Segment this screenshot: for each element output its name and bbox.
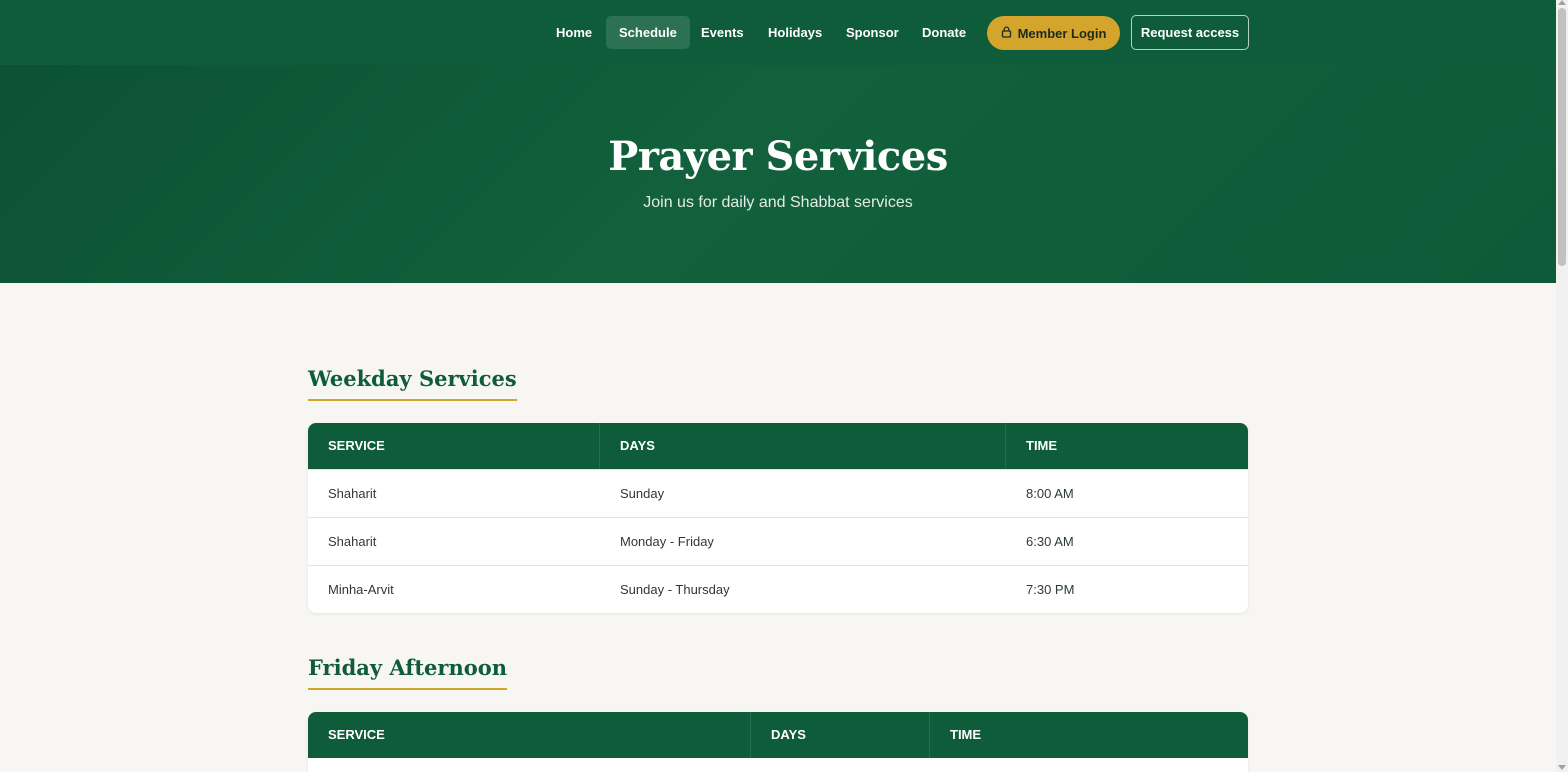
nav-donate[interactable]: Donate (909, 16, 979, 49)
friday-services-table: SERVICE DAYS TIME (308, 712, 1248, 772)
member-login-label: Member Login (1017, 25, 1107, 41)
table-body-partial (308, 758, 1248, 772)
page-scrollbar[interactable] (1556, 0, 1568, 772)
nav-holidays[interactable]: Holidays (755, 16, 835, 49)
hero-banner: Prayer Services Join us for daily and Sh… (0, 65, 1556, 283)
nav-sponsor[interactable]: Sponsor (833, 16, 912, 49)
cell-service: Shaharit (328, 486, 377, 501)
column-header-time: TIME (1026, 438, 1058, 453)
member-login-button[interactable]: Member Login (987, 16, 1120, 50)
page-title: Prayer Services (608, 133, 948, 180)
scrollbar-thumb[interactable] (1558, 8, 1566, 266)
scroll-down-arrow-icon[interactable] (1558, 765, 1566, 770)
table-header: SERVICE DAYS TIME (308, 423, 1248, 469)
page-subtitle: Join us for daily and Shabbat services (643, 194, 913, 211)
weekday-section-title: Weekday Services (308, 366, 517, 401)
scroll-up-arrow-icon[interactable] (1558, 0, 1566, 5)
top-navigation-bar: Home Schedule Events Holidays Sponsor Do… (0, 0, 1556, 65)
table-row: Shaharit Sunday 8:00 AM (308, 469, 1248, 517)
column-header-time: TIME (950, 727, 982, 742)
friday-section-title: Friday Afternoon (308, 655, 508, 690)
cell-days: Sunday - Thursday (620, 582, 730, 597)
cell-time: 6:30 AM (1026, 534, 1074, 549)
table-header: SERVICE DAYS TIME (308, 712, 1248, 758)
nav-home[interactable]: Home (543, 16, 605, 49)
cell-time: 7:30 PM (1026, 582, 1075, 597)
column-header-service: SERVICE (308, 423, 600, 469)
column-header-days: DAYS (751, 712, 930, 758)
cell-days: Monday - Friday (620, 534, 714, 549)
lock-icon (1001, 25, 1012, 41)
cell-days: Sunday (620, 486, 665, 501)
cell-service: Minha-Arvit (328, 582, 394, 597)
column-header-service: SERVICE (308, 712, 751, 758)
nav-events[interactable]: Events (688, 16, 757, 49)
weekday-services-table: SERVICE DAYS TIME Shaharit Sunday 8:00 A… (308, 423, 1248, 613)
request-access-button[interactable]: Request access (1131, 15, 1249, 50)
cell-time: 8:00 AM (1026, 486, 1074, 501)
table-row: Minha-Arvit Sunday - Thursday 7:30 PM (308, 565, 1248, 613)
cell-service: Shaharit (328, 534, 377, 549)
table-row: Shaharit Monday - Friday 6:30 AM (308, 517, 1248, 565)
column-header-days: DAYS (600, 423, 1006, 469)
nav-schedule[interactable]: Schedule (606, 16, 690, 49)
